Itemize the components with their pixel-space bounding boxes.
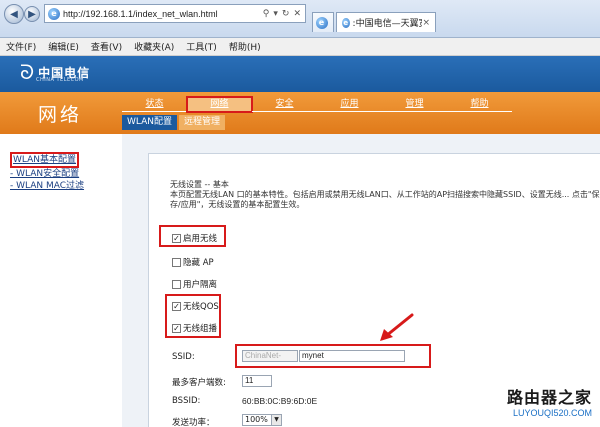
annotation-arrow-icon (380, 313, 414, 341)
hide-ap-checkbox[interactable] (172, 257, 181, 267)
watermark-url: LUYOUQI520.COM (512, 408, 592, 418)
telecom-logo-icon: ᘐ (20, 60, 35, 84)
power-label: 发送功率： (172, 418, 215, 427)
watermark-title: 路由器之家 (506, 388, 592, 407)
nav-security[interactable]: 安全 (252, 97, 317, 112)
tab-blank[interactable]: e (312, 12, 334, 32)
tab-title: :中国电信—天翼宽带... (352, 19, 423, 29)
max-clients-label: 最多客户端数: (172, 378, 226, 388)
ie-page-icon: e (48, 7, 60, 20)
bssid-label: BSSID: (172, 396, 201, 406)
chevron-down-icon: ▼ (271, 415, 281, 425)
max-clients-input[interactable]: 11 (242, 375, 272, 387)
wireless-qos-checkbox[interactable]: ✓ (172, 301, 181, 311)
power-selected-value: 100% (245, 415, 268, 424)
hide-ap-row: 隐藏 AP (172, 256, 214, 268)
checkbox-label: 无线组播 (183, 324, 218, 334)
checkbox-label: 无线QOS (183, 302, 219, 312)
ssid-input[interactable]: mynet (299, 350, 405, 362)
wireless-multicast-row: ✓ 无线组播 (172, 322, 217, 334)
enable-wireless-row: ✓ 启用无线 (172, 232, 217, 244)
checkbox-label: 启用无线 (183, 234, 218, 244)
nav-application[interactable]: 应用 (317, 97, 382, 112)
sidebar-item-wlan-basic[interactable]: WLAN基本配置 (10, 152, 80, 168)
sidebar-item-wlan-mac-filter[interactable]: - WLAN MAC过滤 (10, 180, 122, 192)
menu-help[interactable]: 帮助(H) (229, 40, 261, 53)
menu-view[interactable]: 查看(V) (91, 40, 122, 53)
browser-toolbar: ◀ ▶ e http://192.168.1.1/index_net_wlan.… (0, 0, 600, 38)
nav-network[interactable]: 网络 (186, 96, 253, 113)
search-icon[interactable]: ⚲ (263, 9, 270, 19)
wireless-qos-row: ✓ 无线QOS (172, 300, 219, 312)
tab-router[interactable]: e :中国电信—天翼宽带... × (336, 12, 436, 32)
dropdown-icon[interactable]: ▾ (273, 9, 278, 19)
ie-tab-icon: e (315, 16, 328, 29)
checkbox-label: 用户隔离 (183, 280, 218, 290)
page-description: 无线设置 -- 基本 本页配置无线LAN 口的基本特性。包括启用或禁用无线LAN… (170, 180, 600, 210)
client-isolation-row: 用户隔离 (172, 278, 217, 290)
ssid-label: SSID: (172, 352, 195, 362)
menu-favorites[interactable]: 收藏夹(A) (134, 40, 174, 53)
main-nav: 状态 网络 安全 应用 管理 帮助 (122, 96, 600, 113)
sidebar-item-wlan-security[interactable]: - WLAN安全配置 (10, 168, 122, 180)
refresh-icon[interactable]: ↻ (282, 9, 290, 19)
menu-file[interactable]: 文件(F) (6, 40, 36, 53)
menu-edit[interactable]: 编辑(E) (48, 40, 79, 53)
sub-nav: WLAN配置 远程管理 (122, 115, 226, 130)
stop-icon[interactable]: ✕ (293, 9, 301, 19)
power-select[interactable]: 100% ▼ (242, 414, 282, 426)
nav-status[interactable]: 状态 (122, 97, 187, 112)
menu-bar: 文件(F) 编辑(E) 查看(V) 收藏夹(A) 工具(T) 帮助(H) (0, 38, 600, 56)
checkbox-label: 隐藏 AP (183, 258, 214, 268)
subnav-wlan-config[interactable]: WLAN配置 (122, 115, 178, 130)
router-header: ᘐ 中国电信 CHINA TELECOM (0, 56, 600, 92)
sidebar: WLAN基本配置 - WLAN安全配置 - WLAN MAC过滤 (0, 134, 122, 427)
nav-help[interactable]: 帮助 (447, 97, 512, 112)
subnav-remote-management[interactable]: 远程管理 (179, 115, 226, 130)
menu-tools[interactable]: 工具(T) (186, 40, 217, 53)
ie-tab-icon: e (342, 17, 350, 28)
wireless-multicast-checkbox[interactable]: ✓ (172, 323, 181, 333)
address-bar[interactable]: e http://192.168.1.1/index_net_wlan.html… (44, 4, 306, 23)
description-body: 本页配置无线LAN 口的基本特性。包括启用或禁用无线LAN口、从工作站的AP扫描… (170, 190, 600, 209)
watermark: 路由器之家 LUYOUQI520.COM (507, 384, 592, 418)
back-button[interactable]: ◀ (4, 4, 24, 24)
client-isolation-checkbox[interactable] (172, 279, 181, 289)
close-icon[interactable]: × (422, 18, 430, 28)
ssid-prefix-field: ChinaNet- (242, 350, 298, 362)
section-title: 网络 (38, 104, 83, 126)
forward-button[interactable]: ▶ (24, 6, 40, 22)
nav-management[interactable]: 管理 (382, 97, 447, 112)
logo-subtitle: CHINA TELECOM (36, 77, 84, 83)
address-url[interactable]: http://192.168.1.1/index_net_wlan.html (63, 9, 263, 19)
enable-wireless-checkbox[interactable]: ✓ (172, 233, 181, 243)
bssid-value: 60:BB:0C:B9:6D:0E (242, 396, 318, 406)
description-title: 无线设置 -- 基本 (170, 180, 229, 189)
